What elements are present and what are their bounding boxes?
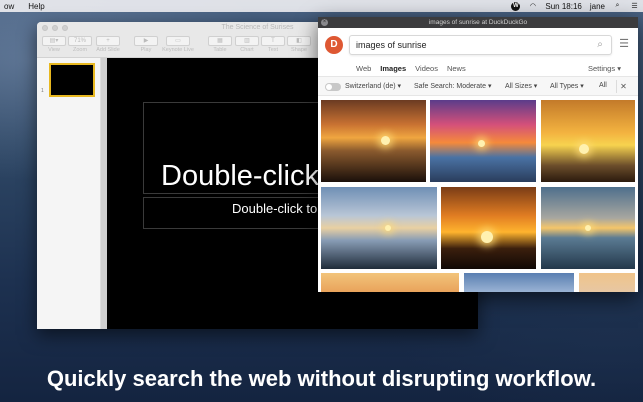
search-input[interactable]: images of sunrise ⌕ bbox=[349, 35, 612, 55]
menu-bar: ow Help W ◠ Sun 18:16 jane ⌕ ☰ bbox=[0, 0, 643, 12]
ddg-titlebar: × images of sunrise at DuckDuckGo bbox=[318, 17, 638, 28]
duckduckgo-logo[interactable]: D bbox=[325, 36, 343, 54]
size-filter[interactable]: All Sizes ▾ bbox=[505, 82, 537, 90]
ddg-header: D images of sunrise ⌕ ☰ Web Images Video… bbox=[318, 28, 638, 78]
slide-subtitle-text[interactable]: Double-click to bbox=[232, 201, 317, 216]
chevron-down-icon: ▾ bbox=[580, 83, 584, 90]
chevron-down-icon: ▾ bbox=[533, 83, 538, 90]
shape-icon: ◧ bbox=[287, 36, 311, 46]
image-result[interactable] bbox=[464, 273, 574, 292]
filter-bar: Switzerland (de) ▾ Safe Search: Moderate… bbox=[318, 76, 638, 96]
toolbar-keynote-live-button[interactable]: ▭ Keynote Live bbox=[161, 36, 195, 53]
menu-item-window[interactable]: ow bbox=[4, 2, 14, 11]
wifi-icon[interactable]: ◠ bbox=[528, 2, 537, 11]
slide-thumbnail-number: 1 bbox=[41, 88, 44, 94]
menu-item-help[interactable]: Help bbox=[28, 2, 44, 11]
duckduckgo-panel: × images of sunrise at DuckDuckGo D imag… bbox=[318, 17, 638, 292]
type-filter[interactable]: All Types ▾ bbox=[550, 82, 584, 90]
image-result[interactable] bbox=[541, 187, 635, 269]
chevron-down-icon: ▾ bbox=[487, 83, 492, 90]
notification-center-icon[interactable]: ☰ bbox=[630, 2, 639, 11]
ddg-window-title: images of sunrise at DuckDuckGo bbox=[428, 19, 528, 26]
region-filter[interactable]: Switzerland (de) ▾ bbox=[345, 82, 401, 90]
image-result[interactable] bbox=[321, 100, 426, 182]
image-result[interactable] bbox=[321, 187, 437, 269]
image-result[interactable] bbox=[430, 100, 536, 182]
play-icon: ▶ bbox=[134, 36, 158, 46]
duckduckgo-menubar-icon[interactable]: W bbox=[511, 1, 521, 11]
add-slide-icon: + bbox=[96, 36, 120, 46]
keynote-live-icon: ▭ bbox=[166, 36, 190, 46]
toolbar-shape-button[interactable]: ◧ Shape bbox=[282, 36, 316, 53]
image-result[interactable] bbox=[441, 187, 536, 269]
search-icon[interactable]: ⌕ bbox=[593, 38, 607, 52]
image-result[interactable] bbox=[541, 100, 635, 182]
slide-title-text[interactable]: Double-click bbox=[161, 160, 319, 193]
more-filter[interactable]: All bbox=[599, 82, 607, 89]
menubar-user[interactable]: jane bbox=[590, 2, 605, 11]
search-query-text[interactable]: images of sunrise bbox=[356, 40, 427, 50]
toolbar-add-slide-button[interactable]: + Add Slide bbox=[91, 36, 125, 53]
settings-dropdown[interactable]: Settings ▾ bbox=[588, 64, 621, 73]
chevron-down-icon: ▾ bbox=[617, 64, 621, 73]
table-icon: ▦ bbox=[208, 36, 232, 46]
slide-thumbnail[interactable] bbox=[49, 63, 95, 97]
chevron-down-icon: ▾ bbox=[397, 83, 402, 90]
promo-caption: Quickly search the web without disruptin… bbox=[46, 366, 597, 391]
clear-filters-icon[interactable]: ✕ bbox=[616, 80, 630, 93]
region-toggle[interactable] bbox=[325, 83, 341, 91]
image-result[interactable] bbox=[321, 273, 459, 292]
slide-navigator: 1 bbox=[37, 58, 101, 329]
image-result[interactable] bbox=[579, 273, 635, 292]
toolbar-play-button[interactable]: ▶ Play bbox=[129, 36, 163, 53]
search-icon[interactable]: ⌕ bbox=[613, 2, 622, 11]
safe-search-filter[interactable]: Safe Search: Moderate ▾ bbox=[414, 82, 491, 90]
image-results-grid bbox=[318, 97, 638, 292]
menubar-clock[interactable]: Sun 18:16 bbox=[545, 2, 581, 11]
toggle-knob bbox=[326, 84, 332, 90]
hamburger-menu-icon[interactable]: ☰ bbox=[618, 38, 630, 50]
